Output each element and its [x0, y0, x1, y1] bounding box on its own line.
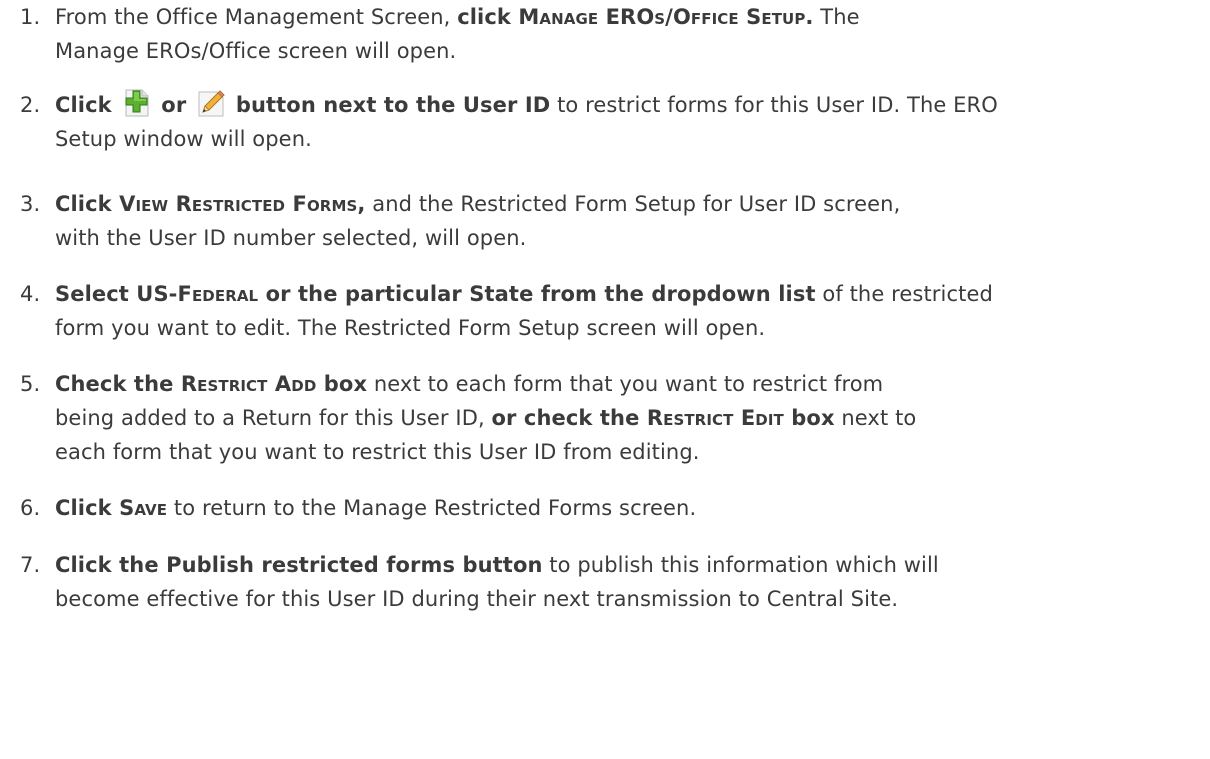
- ui-label-save: Save: [119, 496, 168, 520]
- step-action: Click: [55, 496, 120, 520]
- step-action: Click: [55, 93, 112, 117]
- step-text-part: become effective for this User ID during…: [55, 587, 899, 611]
- step-action: click: [457, 5, 519, 29]
- step-text: Click or button next to the User ID to r…: [55, 88, 1200, 156]
- step-text: Click View Restricted Forms, and the Res…: [55, 187, 1200, 255]
- step-text-part: being added to a Return for this User ID…: [55, 406, 492, 430]
- step-action: or check the: [491, 406, 647, 430]
- step-text-part: next to: [834, 406, 917, 430]
- step-action: or: [161, 93, 187, 117]
- step-number: 7.: [20, 553, 41, 577]
- step-text-part: to return to the Manage Restricted Forms…: [167, 496, 697, 520]
- step-text-part: to restrict forms for this User ID. The …: [550, 93, 998, 117]
- step-4: 4. Select US-Federal or the particular S…: [20, 277, 1200, 345]
- step-number: 6.: [20, 496, 41, 520]
- add-green-plus-icon: [122, 88, 152, 118]
- step-text-part: and the Restricted Form Setup for User I…: [365, 192, 901, 216]
- step-action: Select US-: [55, 282, 178, 306]
- step-text-part: The: [813, 5, 860, 29]
- step-number: 4.: [20, 282, 41, 306]
- step-action: box: [316, 372, 368, 396]
- step-number: 2.: [20, 93, 41, 117]
- step-3: 3. Click View Restricted Forms, and the …: [20, 187, 1200, 255]
- step-1: 1. From the Office Management Screen, cl…: [20, 0, 1200, 68]
- step-text: Check the Restrict Add box next to each …: [55, 367, 1200, 469]
- step-text: Click the Publish restricted forms butto…: [55, 548, 1200, 616]
- ui-label-view-restricted-forms: View Restricted Forms,: [119, 192, 366, 216]
- step-text: Click Save to return to the Manage Restr…: [55, 491, 1200, 525]
- step-action: box: [783, 406, 835, 430]
- step-text-part: Setup window will open.: [55, 127, 312, 151]
- step-action: Check the: [55, 372, 181, 396]
- ui-label-federal: Federal: [177, 282, 259, 306]
- step-text-part: each form that you want to restrict this…: [55, 440, 700, 464]
- step-2: 2. Click or button next to the User ID t…: [20, 88, 1200, 156]
- step-number: 5.: [20, 372, 41, 396]
- step-action: button next to the User ID: [235, 93, 551, 117]
- step-text-part: form you want to edit. The Restricted Fo…: [55, 316, 766, 340]
- step-text-part: From the Office Management Screen,: [55, 5, 458, 29]
- ui-label-restrict-edit: Restrict Edit: [646, 406, 784, 430]
- step-5: 5. Check the Restrict Add box next to ea…: [20, 367, 1200, 469]
- step-action: Click: [55, 192, 120, 216]
- step-text-part: to publish this information which will: [542, 553, 939, 577]
- step-text: From the Office Management Screen, click…: [55, 0, 1200, 68]
- step-text-part: Manage EROs/Office screen will open.: [55, 39, 457, 63]
- step-text: Select US-Federal or the particular Stat…: [55, 277, 1200, 345]
- step-number: 1.: [20, 5, 41, 29]
- step-6: 6. Click Save to return to the Manage Re…: [20, 491, 1200, 525]
- step-action: or the particular State from the dropdow…: [258, 282, 816, 306]
- ui-label-manage-eros: Manage EROs/Office Setup.: [518, 5, 814, 29]
- step-7: 7. Click the Publish restricted forms bu…: [20, 548, 1200, 616]
- edit-pencil-icon: [196, 88, 226, 118]
- step-text-part: with the User ID number selected, will o…: [55, 226, 527, 250]
- ui-label-restrict-add: Restrict Add: [180, 372, 317, 396]
- step-number: 3.: [20, 192, 41, 216]
- step-text-part: next to each form that you want to restr…: [367, 372, 884, 396]
- step-action: Click the Publish restricted forms butto…: [55, 553, 543, 577]
- step-text-part: of the restricted: [815, 282, 993, 306]
